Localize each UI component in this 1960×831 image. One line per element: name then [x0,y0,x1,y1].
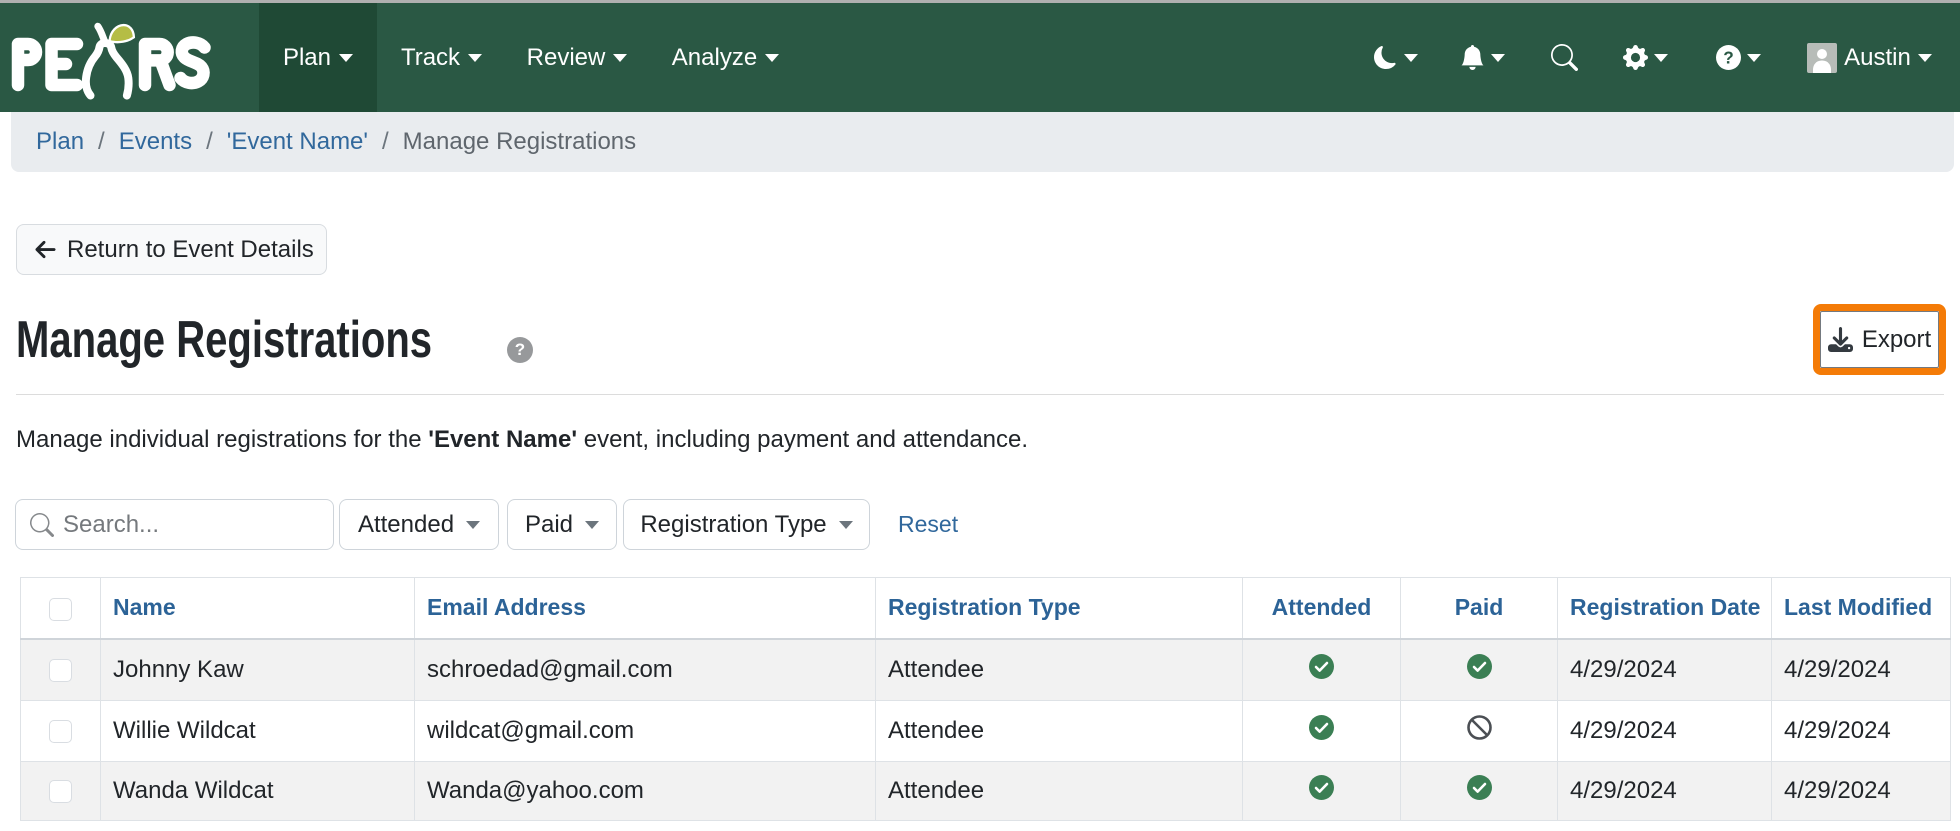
svg-text:?: ? [1723,47,1734,67]
